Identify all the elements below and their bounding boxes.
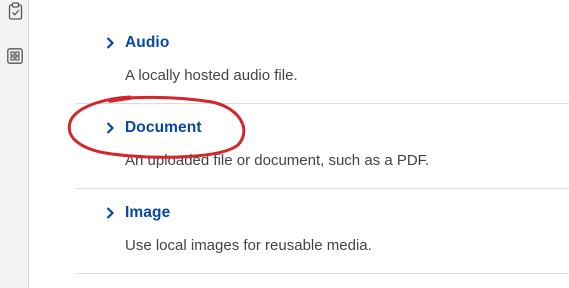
media-type-image: Image Use local images for reusable medi…	[76, 189, 569, 274]
media-type-description: A locally hosted audio file.	[125, 67, 298, 84]
chevron-right-icon	[106, 37, 115, 49]
media-type-description: An uploaded file or document, such as a …	[125, 152, 430, 169]
clipboard-check-icon[interactable]	[7, 2, 23, 20]
media-type-title: Image	[125, 204, 171, 221]
media-type-title: Document	[125, 119, 202, 136]
chevron-right-icon	[106, 122, 115, 134]
media-type-image-link[interactable]: Image	[104, 204, 170, 222]
media-type-audio: Audio A locally hosted audio file.	[76, 19, 569, 104]
media-type-title: Audio	[125, 34, 170, 51]
media-type-audio-link[interactable]: Audio	[104, 34, 169, 52]
grid-icon[interactable]	[7, 47, 23, 65]
media-type-list: Audio A locally hosted audio file. Docum…	[29, 0, 569, 288]
chevron-right-icon	[106, 207, 115, 219]
left-toolbar	[0, 0, 29, 288]
media-type-description: Use local images for reusable media.	[125, 237, 372, 254]
media-type-document: Document An uploaded file or document, s…	[76, 104, 569, 189]
media-type-document-link[interactable]: Document	[104, 119, 202, 137]
